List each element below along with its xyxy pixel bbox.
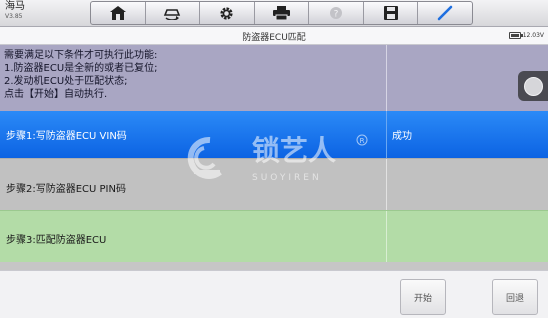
save-button[interactable] <box>364 2 419 24</box>
instruction-line: 2.发动机ECU处于匹配状态; <box>4 76 128 87</box>
step-row-3[interactable]: 步骤3:匹配防盗器ECU <box>0 210 548 262</box>
back-button[interactable]: 回退 <box>492 279 538 315</box>
brand-name: 海马 <box>5 1 25 12</box>
title-bar: 防盗器ECU匹配 12.03V <box>0 27 548 45</box>
battery-voltage: 12.03V <box>522 32 544 39</box>
instructions-text: 需要满足以下条件才可执行此功能: 1.防盗器ECU是全新的或者已复位; 2.发动… <box>4 49 384 101</box>
help-icon: ? <box>330 7 343 20</box>
printer-icon <box>273 6 291 20</box>
step-row-1[interactable]: 步骤1:写防盗器ECU VIN码 成功 <box>0 111 548 158</box>
instructions-panel: 需要满足以下条件才可执行此功能: 1.防盗器ECU是全新的或者已复位; 2.发动… <box>0 45 548 111</box>
battery-indicator: 12.03V <box>508 32 544 39</box>
list-end-strip <box>0 262 548 270</box>
gear-icon <box>220 6 234 20</box>
app-version: V3.85 <box>5 13 23 20</box>
step-status: 成功 <box>392 131 412 142</box>
toolbar: ? <box>90 1 473 25</box>
top-bar: 海马 V3.85 ? <box>0 0 548 27</box>
pen-icon <box>437 5 453 21</box>
start-button[interactable]: 开始 <box>400 279 446 315</box>
settings-button[interactable] <box>200 2 255 24</box>
save-icon <box>383 6 398 20</box>
step-label: 步骤2:写防盗器ECU PIN码 <box>6 184 126 195</box>
step-row-2[interactable]: 步骤2:写防盗器ECU PIN码 <box>0 158 548 210</box>
column-divider <box>386 159 387 210</box>
help-button[interactable]: ? <box>309 2 364 24</box>
svg-text:?: ? <box>334 10 339 20</box>
vehicle-swap-icon <box>164 9 181 20</box>
step-label: 步骤1:写防盗器ECU VIN码 <box>6 131 127 142</box>
instruction-line: 点击【开始】自动执行. <box>4 89 108 100</box>
column-divider <box>386 111 387 158</box>
scroll-handle[interactable] <box>518 71 548 101</box>
edit-button[interactable] <box>418 2 472 24</box>
step-label: 步骤3:匹配防盗器ECU <box>6 235 107 246</box>
home-button[interactable] <box>91 2 146 24</box>
instruction-line: 1.防盗器ECU是全新的或者已复位; <box>4 63 158 74</box>
column-divider <box>386 211 387 262</box>
battery-icon <box>508 32 523 39</box>
print-button[interactable] <box>255 2 310 24</box>
bottom-bar: 开始 回退 <box>0 270 548 318</box>
home-icon <box>109 6 126 20</box>
vehicle-swap-button[interactable] <box>146 2 201 24</box>
page-title: 防盗器ECU匹配 <box>242 33 306 43</box>
brand: 海马 V3.85 <box>5 2 25 20</box>
instruction-line: 需要满足以下条件才可执行此功能: <box>4 50 158 61</box>
